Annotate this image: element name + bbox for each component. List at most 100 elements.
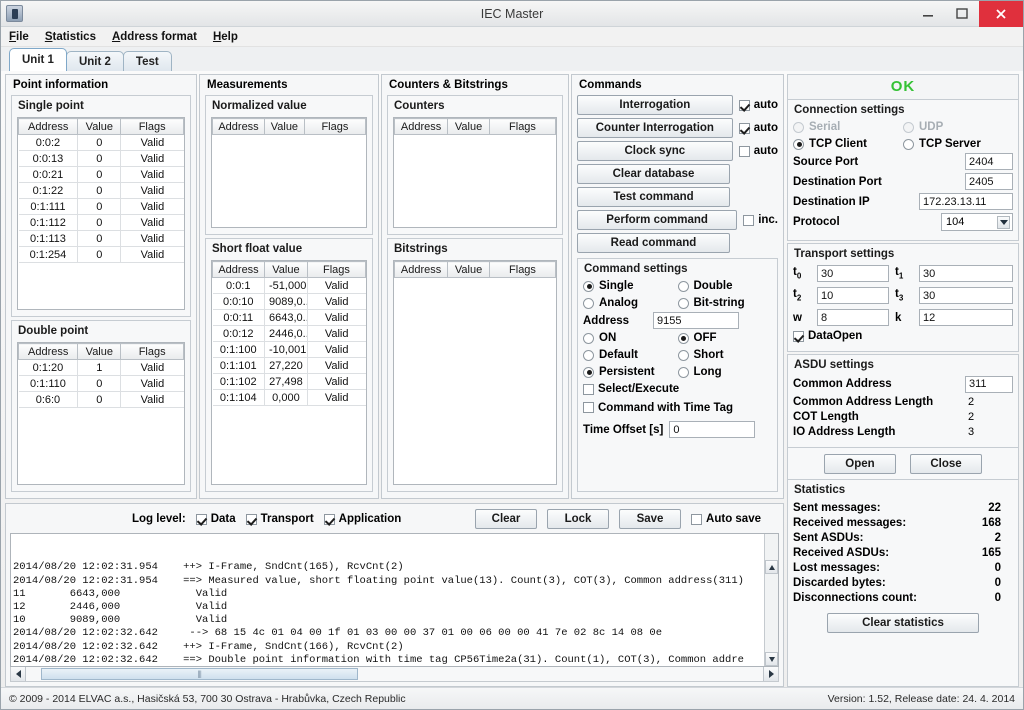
interrogation-button[interactable]: Interrogation [577,95,733,115]
menu-statistics[interactable]: Statistics [45,31,96,43]
log-level-data-checkbox[interactable]: Data [195,513,236,525]
log-vertical-scrollbar[interactable] [764,534,778,666]
log-clear-button[interactable]: Clear [475,509,538,529]
dataopen-checkbox[interactable]: DataOpen [793,330,862,342]
counter-interrogation-button[interactable]: Counter Interrogation [577,118,733,138]
counter-interrogation-auto-checkbox[interactable]: auto [738,122,778,134]
col-address[interactable]: Address [394,118,449,135]
radio-double[interactable]: Double [677,280,773,292]
col-address[interactable]: Address [18,118,79,135]
table-row[interactable]: 0:1:102 27,498 Valid [212,373,366,390]
table-row[interactable]: 0:0:13 0 Valid [18,150,184,167]
scroll-left-arrow[interactable] [11,667,26,681]
clock-sync-auto-checkbox[interactable]: auto [738,145,778,157]
t0-input[interactable] [817,265,889,282]
source-port-input[interactable] [965,153,1013,170]
chevron-down-icon[interactable] [997,216,1010,229]
table-row[interactable]: 0:0:1 -51,000 Valid [212,277,366,294]
minimize-button[interactable] [911,1,945,27]
close-button-connection[interactable]: Close [910,453,982,474]
log-level-application-checkbox[interactable]: Application [323,513,401,525]
table-row[interactable]: 0:1:22 0 Valid [18,182,184,199]
col-flags[interactable]: Flags [488,261,556,278]
radio-on[interactable]: ON [583,332,678,344]
common-address-input[interactable] [965,375,1013,393]
protocol-select[interactable]: 104 [941,213,1013,231]
col-address[interactable]: Address [394,261,449,278]
log-output[interactable]: 2014/08/20 12:02:31.954 ++> I-Frame, Snd… [10,533,779,667]
table-row[interactable]: 0:1:111 0 Valid [18,198,184,215]
scroll-right-arrow[interactable] [763,667,778,681]
col-flags[interactable]: Flags [306,261,366,278]
table-normalized-value[interactable]: Address Value Flags [211,117,367,228]
tab-test[interactable]: Test [122,51,172,71]
k-input[interactable] [919,309,1013,326]
col-address[interactable]: Address [212,261,266,278]
test-command-button[interactable]: Test command [577,187,730,207]
table-counters[interactable]: Address Value Flags [393,117,557,228]
col-flags[interactable]: Flags [488,118,556,135]
interrogation-auto-checkbox[interactable]: auto [738,99,778,111]
radio-analog[interactable]: Analog [583,297,678,309]
table-row[interactable]: 0:0:122446,0...Valid [212,325,366,342]
table-row[interactable]: 0:1:100 -10,001 Valid [212,341,366,358]
radio-tcp-client[interactable]: TCP Client [793,138,903,150]
clock-sync-button[interactable]: Clock sync [577,141,733,161]
menu-address-format[interactable]: Address format [112,31,197,43]
w-input[interactable] [817,309,889,326]
col-value[interactable]: Value [77,343,122,360]
open-button[interactable]: Open [824,453,896,474]
command-time-tag-checkbox[interactable]: Command with Time Tag [583,402,733,414]
radio-short[interactable]: Short [677,349,773,361]
command-address-input[interactable] [653,312,740,329]
maximize-button[interactable] [945,1,979,27]
radio-single[interactable]: Single [583,280,678,292]
t1-input[interactable] [919,265,1013,282]
clear-database-button[interactable]: Clear database [577,164,730,184]
table-row[interactable]: 0:1:254 0 Valid [18,246,184,263]
t3-input[interactable] [919,287,1013,304]
log-horizontal-scrollbar[interactable] [10,667,779,682]
menu-file[interactable]: FFileile [9,31,29,43]
col-value[interactable]: Value [447,261,490,278]
scroll-thumb[interactable] [40,668,358,680]
radio-off[interactable]: OFF [677,332,773,344]
table-row[interactable]: 0:1:101 27,220 Valid [212,357,366,374]
table-double-point[interactable]: Address Value Flags 0:1:20 1 Valid 0:1:110 0… [17,342,185,485]
clear-statistics-button[interactable]: Clear statistics [827,612,979,633]
radio-persistent[interactable]: Persistent [583,366,678,378]
t2-input[interactable] [817,287,889,304]
table-row[interactable]: 0:1:110 0 Valid [18,375,184,392]
col-value[interactable]: Value [77,118,122,135]
tab-unit-1[interactable]: Unit 1 [9,48,67,71]
menu-help[interactable]: Help [213,31,238,43]
radio-bit-string[interactable]: Bit-string [677,297,773,309]
log-lock-button[interactable]: Lock [547,509,610,529]
table-row[interactable]: 0:1:20 1 Valid [18,359,184,376]
perform-command-button[interactable]: Perform command [577,210,738,230]
table-bitstrings[interactable]: Address Value Flags [393,260,557,485]
col-address[interactable]: Address [212,118,266,135]
table-row[interactable]: 0:1:104 0,000 Valid [212,389,366,406]
table-row[interactable]: 0:0:21 0 Valid [18,166,184,183]
table-row[interactable]: 0:0:109089,0...Valid [212,293,366,310]
tab-unit-2[interactable]: Unit 2 [65,51,124,71]
select-execute-checkbox[interactable]: Select/Execute [583,383,679,395]
radio-default[interactable]: Default [583,349,678,361]
col-flags[interactable]: Flags [120,343,184,360]
table-row[interactable]: 0:0:116643,0...Valid [212,309,366,326]
col-value[interactable]: Value [264,261,308,278]
table-row[interactable]: 0:1:113 0 Valid [18,230,184,247]
table-short-float-value[interactable]: Address Value Flags 0:0:1 -51,000 Valid 0:0… [211,260,367,485]
radio-long[interactable]: Long [677,366,773,378]
table-row[interactable]: 0:0:2 0 Valid [18,134,184,151]
radio-tcp-server[interactable]: TCP Server [903,138,1013,150]
table-row[interactable]: 0:6:0 0 Valid [18,391,184,408]
close-button[interactable] [979,0,1023,27]
log-auto-save-checkbox[interactable]: Auto save [691,513,761,525]
destination-ip-input[interactable] [919,193,1013,210]
table-row[interactable]: 0:1:112 0 Valid [18,214,184,231]
col-flags[interactable]: Flags [120,118,184,135]
table-single-point[interactable]: Address Value Flags 0:0:2 0 Valid 0:0:13 0 Va… [17,117,185,310]
scroll-track[interactable] [26,667,763,681]
